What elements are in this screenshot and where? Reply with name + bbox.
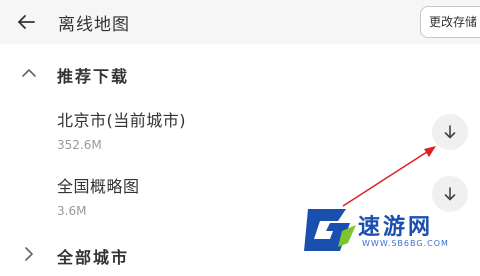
arrow-down-icon [444,125,456,139]
chevron-right-icon [25,247,33,261]
watermark-logo-icon [304,209,356,251]
change-storage-button[interactable]: 更改存储 [420,6,480,38]
top-bar: 离线地图 更改存储 [0,0,480,44]
all-cities-label: 全部城市 [57,248,130,267]
map-item-name: 全国概略图 [57,177,140,196]
offline-map-page: 离线地图 更改存储 推荐下载 北京市(当前城市) 352.6M 全国概略图 3.… [0,0,480,276]
watermark-text: 速游网 [358,215,434,240]
section-title: 推荐下载 [57,67,130,86]
arrow-left-icon [18,15,35,29]
map-item-name: 北京市(当前城市) [57,111,186,130]
map-item-size: 3.6M [57,204,87,218]
arrow-down-icon [444,187,456,201]
list-item: 北京市(当前城市) 352.6M [0,104,480,164]
chevron-up-icon [22,69,36,77]
watermark: 速游网 WWW.SB6BG.COM [300,203,470,263]
download-button[interactable] [432,114,468,150]
map-item-size: 352.6M [57,138,102,152]
watermark-url: WWW.SB6BG.COM [362,239,449,248]
recommended-section-header[interactable]: 推荐下载 [0,54,480,94]
page-title: 离线地图 [58,15,130,35]
back-button[interactable] [12,8,40,36]
